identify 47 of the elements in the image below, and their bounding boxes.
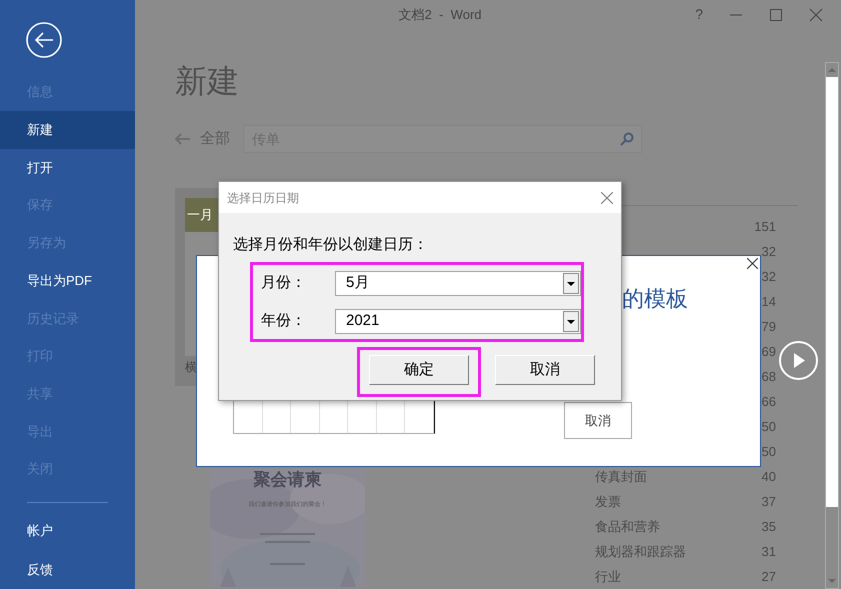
window-title: 文档2 - Word: [398, 6, 482, 24]
category-count: 27: [762, 568, 776, 586]
category-name[interactable]: 规划器和跟踪器: [595, 542, 686, 562]
category-count: 151: [754, 218, 776, 236]
category-name[interactable]: 传真封面: [595, 466, 647, 486]
help-button[interactable]: ?: [695, 4, 703, 25]
sidebar-item[interactable]: 新建: [0, 110, 135, 149]
category-count: 79: [762, 318, 776, 336]
dialog-button[interactable]: 取消: [495, 355, 595, 385]
cancel-button[interactable]: 取消: [564, 402, 632, 439]
dialog-button[interactable]: 确定: [369, 355, 469, 385]
template-caption: 横: [185, 359, 198, 376]
close-icon[interactable]: [747, 258, 758, 269]
category-name[interactable]: 食品和营养: [595, 516, 660, 536]
category-count: 40: [762, 468, 776, 486]
play-icon[interactable]: [779, 341, 818, 380]
dropdown[interactable]: 5月: [335, 270, 581, 296]
category-count: 66: [762, 392, 776, 411]
dialog-title: 选择日历日期: [227, 190, 299, 206]
scrollbar[interactable]: [825, 62, 839, 589]
category-name[interactable]: 发票: [595, 492, 621, 512]
category-count: 35: [762, 518, 776, 536]
sidebar-item[interactable]: 打开: [0, 148, 135, 186]
sidebar-item[interactable]: 帐户: [0, 510, 135, 550]
sidebar-item[interactable]: 反馈: [0, 550, 135, 589]
search-icon[interactable]: [620, 132, 634, 146]
category-count: 14: [762, 292, 776, 311]
page-heading: 新建: [175, 65, 239, 97]
category-count: 32: [762, 268, 776, 286]
field-label: 年份：: [260, 310, 307, 331]
maximize-icon[interactable]: [769, 8, 783, 22]
category-count: 68: [762, 368, 776, 386]
template-header: 一月: [187, 206, 213, 224]
category-count: 50: [762, 418, 776, 436]
category-count: 69: [762, 342, 776, 361]
category-name[interactable]: 行业: [595, 566, 621, 586]
back-icon[interactable]: [26, 22, 62, 58]
category-count: 37: [762, 492, 776, 511]
sidebar-item[interactable]: 导出为PDF: [0, 262, 135, 300]
category-count: 50: [762, 442, 776, 461]
dropdown[interactable]: 2021: [335, 308, 581, 334]
field-label: 月份：: [260, 272, 307, 293]
category-count: 32: [762, 242, 776, 261]
template-title: 聚会请柬: [254, 469, 322, 491]
dialog-prompt: 选择月份和年份以创建日历：: [233, 237, 429, 252]
category-count: 31: [762, 542, 776, 561]
preview-heading: 的模板: [622, 285, 688, 313]
